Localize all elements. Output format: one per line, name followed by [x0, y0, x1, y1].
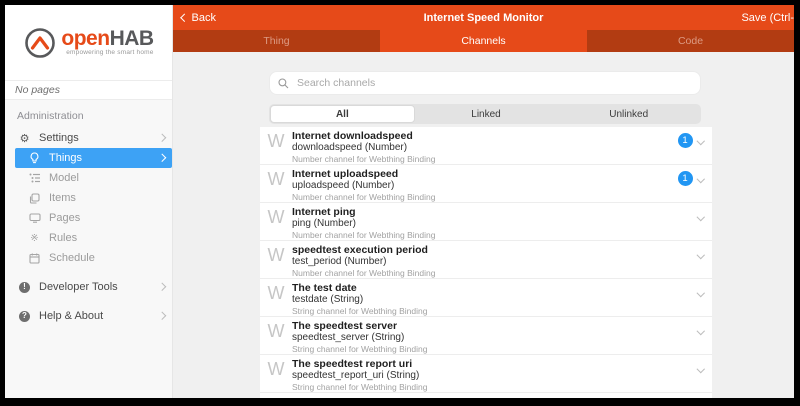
- channel-id: speedtest_report_uri (String): [292, 370, 698, 382]
- logo-text: openHAB empowering the smart home: [61, 28, 153, 57]
- logo-tagline: empowering the smart home: [61, 50, 153, 57]
- sidebar-item-schedule[interactable]: Schedule: [5, 248, 172, 268]
- channel-id: test_period (Number): [292, 256, 698, 268]
- page-title: Internet Speed Monitor: [173, 12, 794, 24]
- webthing-channel-icon: W: [260, 203, 292, 240]
- chevron-down-icon[interactable]: [696, 251, 704, 259]
- channel-description: Number channel for Webthing Binding: [292, 154, 678, 164]
- openhab-logo-icon: [23, 26, 57, 60]
- top-navbar: Internet Speed Monitor Back Save (Ctrl-: [173, 5, 794, 30]
- channel-description: String channel for Webthing Binding: [292, 306, 698, 316]
- tab-code[interactable]: Code: [587, 30, 794, 52]
- channel-id: uploadspeed (Number): [292, 180, 678, 192]
- sidebar-menu: Administration ⚙ Settings Things: [5, 100, 172, 398]
- search-input[interactable]: [295, 76, 692, 90]
- channel-row-downloadspeed[interactable]: W Internet downloadspeed downloadspeed (…: [260, 127, 712, 165]
- channel-description: Number channel for Webthing Binding: [292, 230, 698, 240]
- screenshot-frame: openHAB empowering the smart home No pag…: [0, 0, 800, 406]
- channel-row-speedtest-server[interactable]: W The speedtest server speedtest_server …: [260, 317, 712, 355]
- openhab-logo: openHAB empowering the smart home: [23, 26, 153, 60]
- webthing-channel-icon: W: [260, 241, 292, 278]
- channel-row-speedtest-report-uri[interactable]: W The speedtest report uri speedtest_rep…: [260, 355, 712, 393]
- channel-row-test-period[interactable]: W speedtest execution period test_period…: [260, 241, 712, 279]
- linked-items-badge: 1: [678, 133, 693, 148]
- webthing-channel-icon: W: [260, 127, 292, 164]
- items-copy-icon: [27, 193, 42, 204]
- logo-area: openHAB empowering the smart home: [5, 5, 172, 80]
- sidebar-item-things[interactable]: Things: [15, 148, 172, 168]
- sidebar: openHAB empowering the smart home No pag…: [5, 5, 173, 398]
- lightbulb-icon: [27, 152, 42, 164]
- channel-row-ping[interactable]: W Internet ping ping (Number) Number cha…: [260, 203, 712, 241]
- filter-unlinked[interactable]: Unlinked: [557, 105, 700, 123]
- channel-description: Number channel for Webthing Binding: [292, 268, 698, 278]
- search-icon: [278, 78, 289, 89]
- developer-tools-icon: !: [17, 282, 32, 293]
- filter-segmented-control: All Linked Unlinked: [269, 104, 701, 124]
- sidebar-item-rules[interactable]: ※ Rules: [5, 228, 172, 248]
- main-panel: Internet Speed Monitor Back Save (Ctrl- …: [173, 5, 794, 398]
- chevron-right-icon: [157, 312, 165, 320]
- channel-title: Internet downloadspeed: [292, 130, 678, 142]
- channel-id: speedtest_server (String): [292, 332, 698, 344]
- channel-description: String channel for Webthing Binding: [292, 344, 698, 354]
- channel-row-uploadspeed[interactable]: W Internet uploadspeed uploadspeed (Numb…: [260, 165, 712, 203]
- model-tree-icon: [27, 173, 42, 183]
- sidebar-item-pages[interactable]: Pages: [5, 208, 172, 228]
- channel-title: The test date: [292, 282, 698, 294]
- channel-description: String channel for Webthing Binding: [292, 382, 698, 392]
- channel-title: The speedtest server: [292, 320, 698, 332]
- channel-title: The speedtest report uri: [292, 358, 698, 370]
- filter-linked[interactable]: Linked: [415, 105, 558, 123]
- chevron-down-icon[interactable]: [696, 327, 704, 335]
- gear-icon: ⚙: [17, 132, 32, 145]
- channel-title: speedtest execution period: [292, 244, 698, 256]
- brand-name: openHAB: [61, 27, 153, 50]
- channel-title: Internet uploadspeed: [292, 168, 678, 180]
- linked-items-badge: 1: [678, 171, 693, 186]
- administration-section-label: Administration: [5, 105, 172, 128]
- webthing-channel-icon: W: [260, 317, 292, 354]
- sidebar-item-settings[interactable]: ⚙ Settings: [5, 128, 172, 148]
- save-button[interactable]: Save (Ctrl-: [741, 12, 794, 24]
- chevron-down-icon[interactable]: [696, 175, 704, 183]
- back-button[interactable]: Back: [182, 12, 216, 24]
- channel-row-testdate[interactable]: W The test date testdate (String) String…: [260, 279, 712, 317]
- filter-all[interactable]: All: [270, 105, 415, 123]
- channel-title: Internet ping: [292, 206, 698, 218]
- tab-channels[interactable]: Channels: [380, 30, 587, 52]
- tab-thing[interactable]: Thing: [173, 30, 380, 52]
- channel-list: W Internet downloadspeed downloadspeed (…: [260, 127, 712, 398]
- chevron-right-icon: [157, 154, 165, 162]
- channel-id: downloadspeed (Number): [292, 142, 678, 154]
- channel-id: ping (Number): [292, 218, 698, 230]
- chevron-down-icon[interactable]: [696, 365, 704, 373]
- rules-sparkle-icon: ※: [27, 233, 42, 244]
- no-pages-label: No pages: [5, 80, 172, 100]
- help-icon: ?: [17, 311, 32, 322]
- webthing-channel-icon: W: [260, 165, 292, 202]
- search-bar: [269, 71, 701, 95]
- chevron-right-icon: [157, 134, 165, 142]
- chevron-down-icon[interactable]: [696, 137, 704, 145]
- sidebar-item-developer-tools[interactable]: ! Developer Tools: [5, 277, 172, 297]
- chevron-down-icon[interactable]: [696, 289, 704, 297]
- schedule-calendar-icon: [27, 253, 42, 264]
- back-chevron-icon: [181, 14, 189, 22]
- pages-monitor-icon: [27, 213, 42, 223]
- sidebar-item-model[interactable]: Model: [5, 168, 172, 188]
- openhab-app-window: openHAB empowering the smart home No pag…: [5, 5, 794, 398]
- webthing-channel-icon: W: [260, 355, 292, 392]
- channels-content: All Linked Unlinked W Internet downloads…: [173, 52, 794, 398]
- chevron-down-icon[interactable]: [696, 213, 704, 221]
- sidebar-item-help-about[interactable]: ? Help & About: [5, 306, 172, 326]
- chevron-right-icon: [157, 283, 165, 291]
- sidebar-item-items[interactable]: Items: [5, 188, 172, 208]
- channel-id: testdate (String): [292, 294, 698, 306]
- channel-description: Number channel for Webthing Binding: [292, 192, 678, 202]
- thing-tab-bar: Thing Channels Code: [173, 30, 794, 52]
- webthing-channel-icon: W: [260, 279, 292, 316]
